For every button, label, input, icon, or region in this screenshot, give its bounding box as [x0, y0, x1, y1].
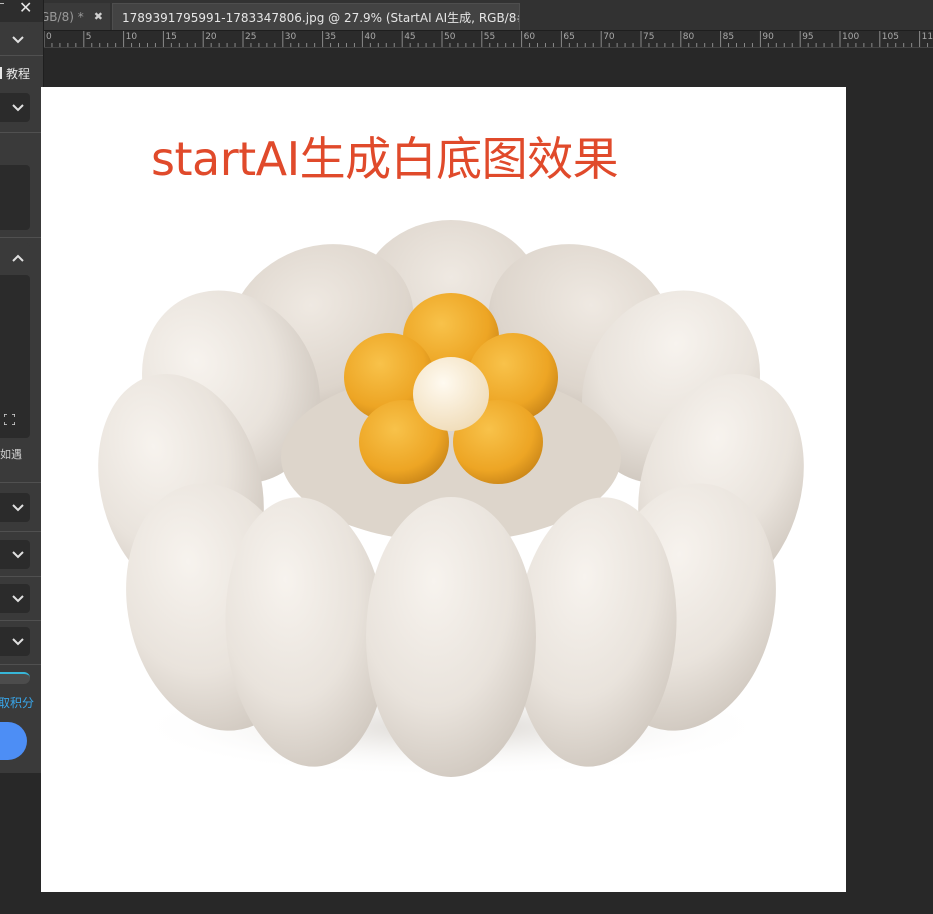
ruler-label: 110: [921, 32, 933, 42]
document-tab-active[interactable]: 1789391795991-1783347806.jpg @ 27.9% (St…: [112, 3, 520, 30]
chevron-down-icon: [12, 550, 24, 558]
divider: [0, 482, 43, 483]
tab-label: 1789391795991-1783347806.jpg @ 27.9% (St…: [122, 10, 520, 25]
ruler-label: 15: [165, 32, 177, 42]
divider: [0, 132, 43, 133]
ruler-label: 0: [46, 32, 52, 42]
document-tab-bar: GB/8) * ✖ 1789391795991-1783347806.jpg @…: [0, 0, 933, 31]
panel-close-icon[interactable]: ✕: [19, 0, 32, 17]
tutorial-label: 教程: [6, 67, 31, 81]
divider: [0, 576, 43, 577]
ruler-label: 20: [205, 32, 217, 42]
notice-text: 如遇: [0, 448, 22, 461]
feature-toggle[interactable]: [0, 672, 30, 684]
ruler-label: 75: [643, 32, 655, 42]
chevron-down-icon: [12, 103, 24, 111]
tab-close-icon[interactable]: ✖: [94, 10, 103, 23]
ruler-label: 95: [802, 32, 814, 42]
ruler-label: 80: [682, 32, 695, 42]
panel-minimize-icon[interactable]: [0, 3, 4, 4]
document-tab-previous[interactable]: GB/8) * ✖: [40, 3, 110, 30]
divider: [0, 237, 43, 238]
chevron-down-icon: [12, 503, 24, 511]
divider: [0, 664, 43, 665]
chevron-down-icon: [12, 637, 24, 645]
chevron-down-icon: [12, 594, 24, 602]
option-dropdown-1[interactable]: [0, 493, 30, 522]
startai-side-panel: ✕ 教程 如遇 取积分: [0, 0, 44, 773]
ruler-label: 55: [483, 32, 496, 42]
ruler-label: 65: [563, 32, 575, 42]
get-points-link[interactable]: 取积分: [0, 694, 34, 711]
option-dropdown-3[interactable]: [0, 584, 30, 613]
panel-collapse-button[interactable]: [0, 25, 30, 54]
model-select-dropdown[interactable]: [0, 93, 30, 122]
chevron-down-icon: [12, 35, 24, 43]
tutorial-link[interactable]: 教程: [0, 65, 30, 82]
ruler-label: 105: [881, 32, 899, 42]
section-collapse-button[interactable]: [0, 243, 30, 272]
ruler-label: 60: [523, 32, 536, 42]
divider: [0, 531, 43, 532]
ruler-label: 70: [603, 32, 615, 42]
ruler-label: 85: [722, 32, 735, 42]
ruler-label: 10: [125, 32, 138, 42]
sofa-image: [98, 220, 804, 777]
ruler-label: 5: [85, 32, 92, 42]
chevron-up-icon: [12, 254, 24, 262]
divider: [0, 620, 43, 621]
ruler-label: 90: [762, 32, 774, 42]
tutorial-bar-icon: [0, 67, 2, 79]
generate-button[interactable]: [0, 722, 27, 760]
ruler-label: 30: [284, 32, 297, 42]
tab-label: GB/8) *: [40, 9, 84, 24]
ruler-label: 25: [245, 32, 257, 42]
prompt-textarea[interactable]: [0, 165, 30, 230]
option-dropdown-4[interactable]: [0, 627, 30, 656]
canvas-title-text: startAI生成白底图效果: [151, 132, 619, 186]
panel-header: ✕: [0, 0, 43, 22]
expand-icon[interactable]: [4, 414, 15, 425]
ruler-label: 35: [324, 32, 337, 42]
ruler-label: 100: [842, 32, 860, 42]
ruler-label: 50: [444, 32, 456, 42]
ruler-label: 40: [364, 32, 376, 42]
divider: [0, 55, 43, 56]
horizontal-ruler[interactable]: 0 5 10 15 20 25 30 35 40 45 50 55 60 65 70 75 80 85 90 95 10…: [44, 31, 933, 48]
ruler-label: 45: [404, 32, 416, 42]
document-canvas[interactable]: startAI生成白底图效果: [41, 87, 846, 892]
option-dropdown-2[interactable]: [0, 540, 30, 569]
